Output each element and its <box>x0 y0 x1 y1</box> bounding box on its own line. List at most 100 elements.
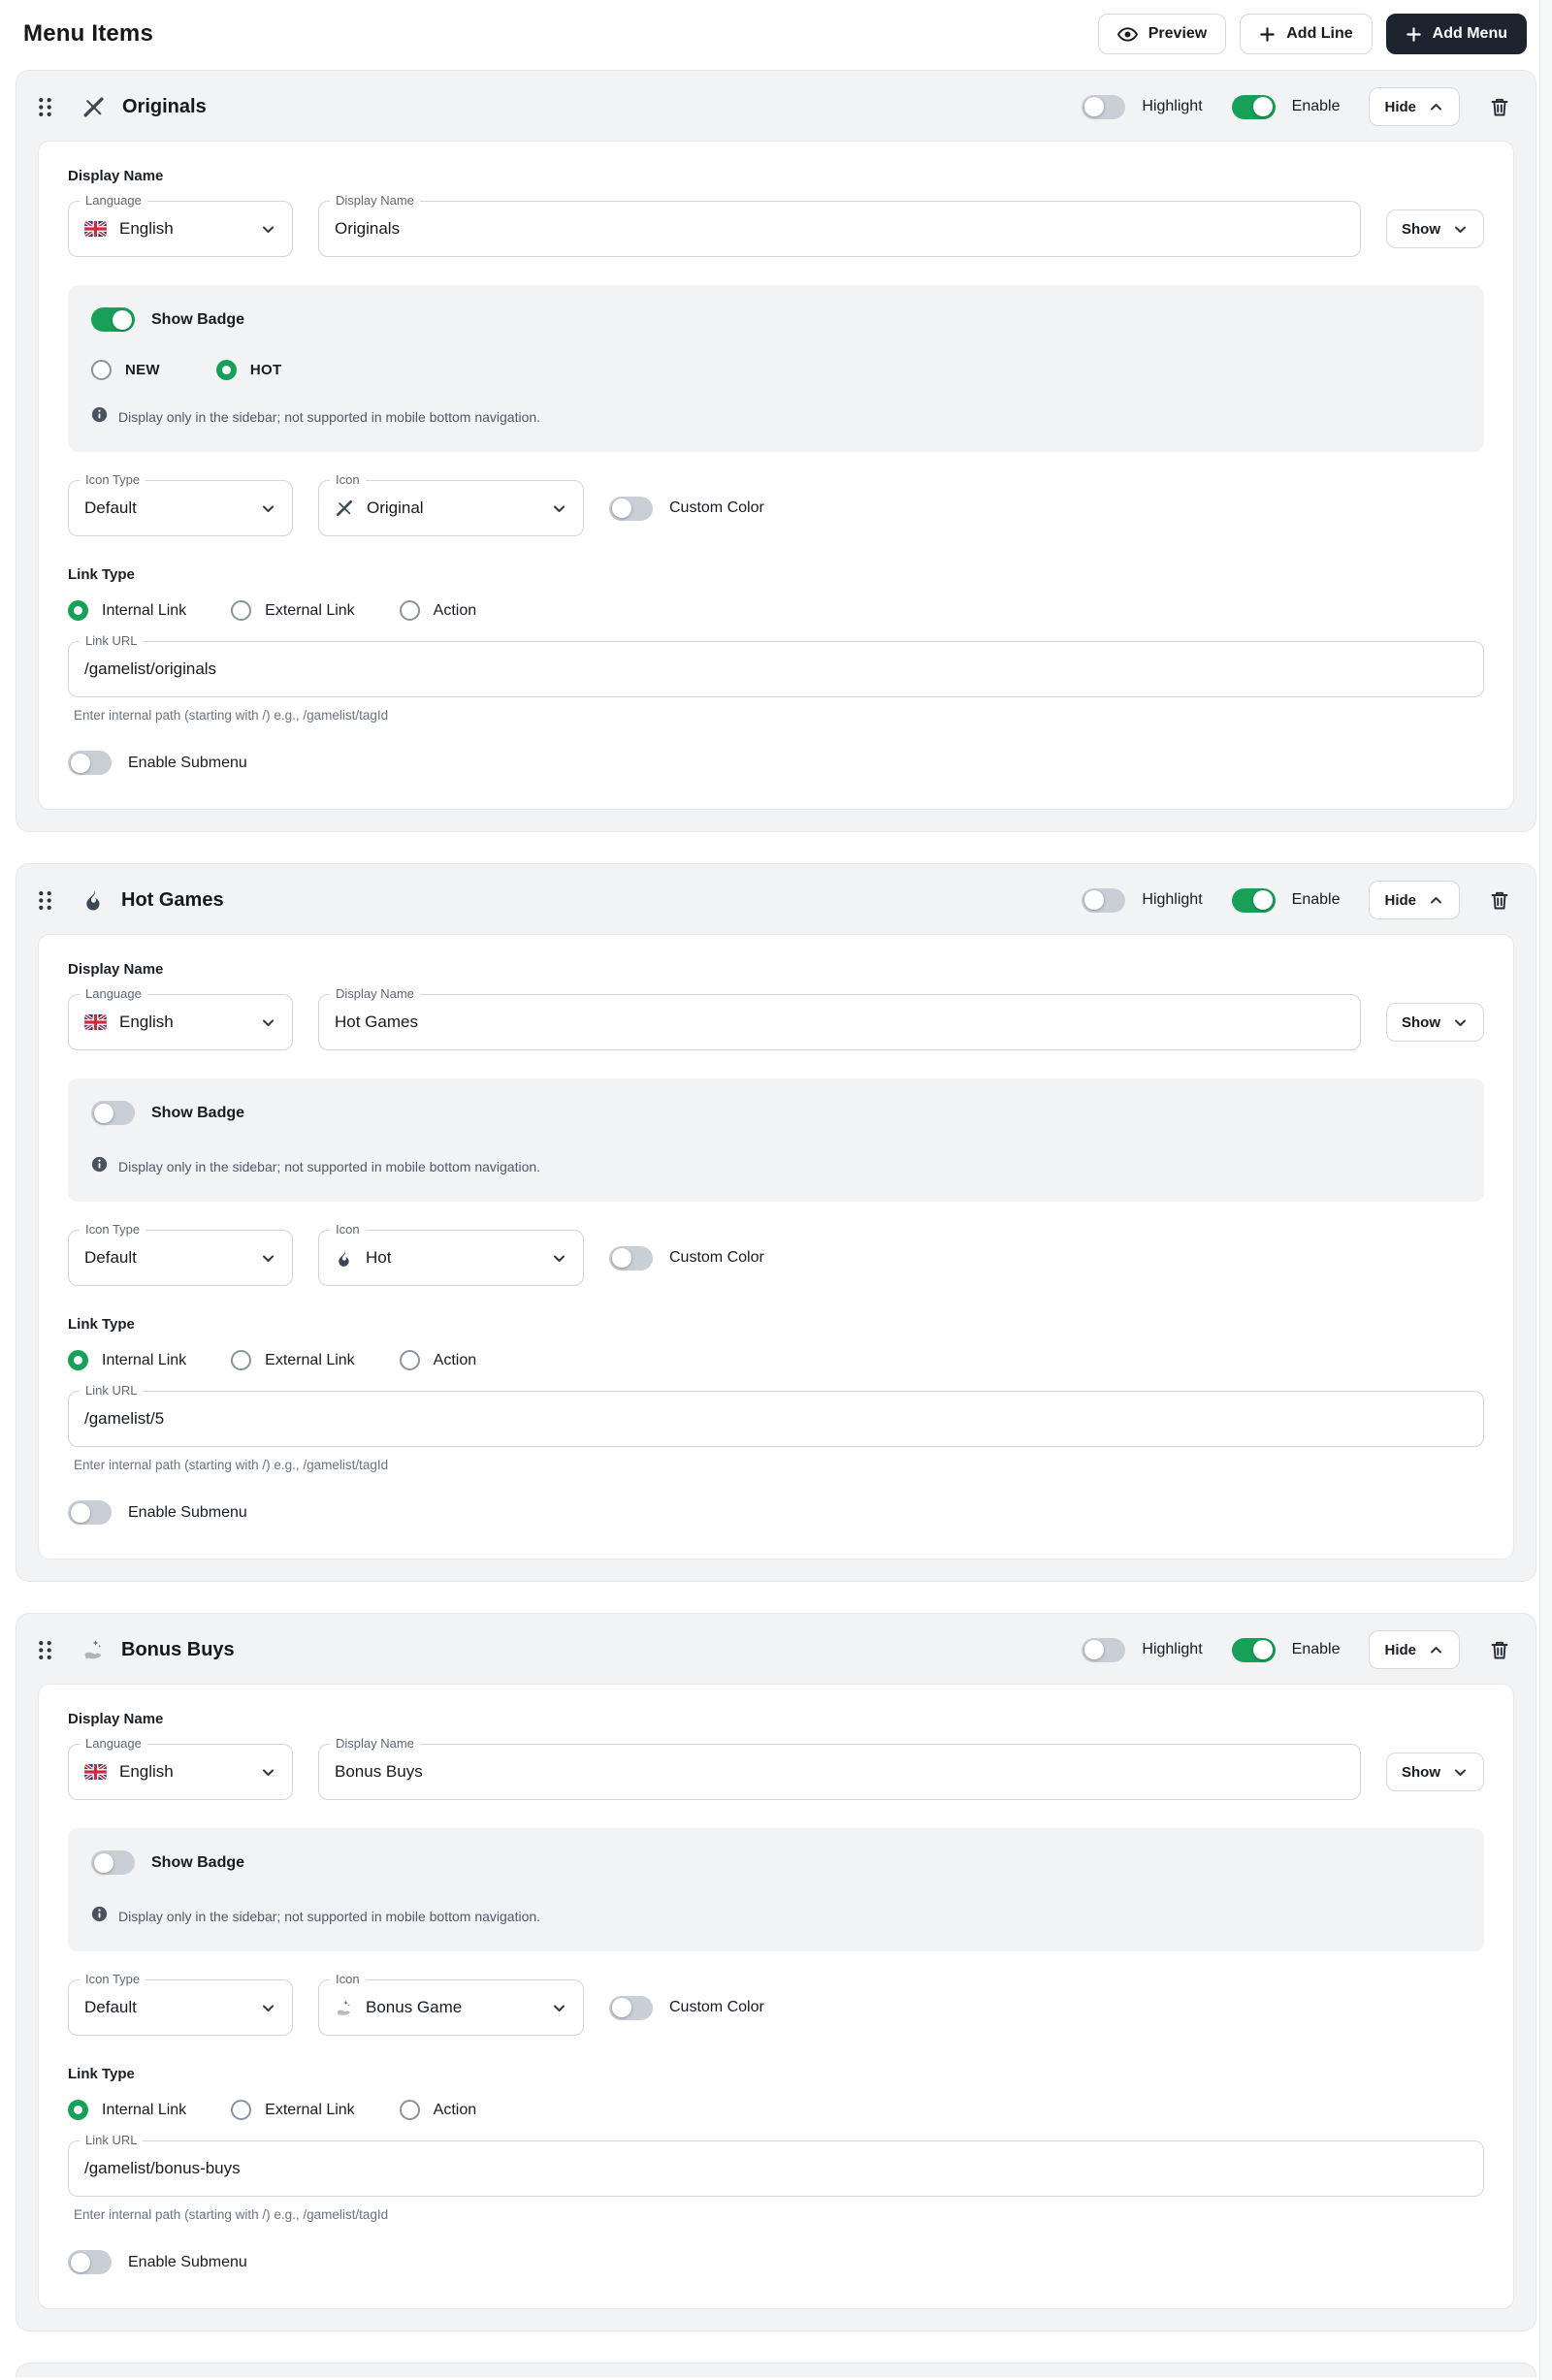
link-url-input[interactable] <box>84 1409 1468 1429</box>
language-select[interactable]: Language English <box>68 193 293 257</box>
chevron-down-icon <box>260 1250 276 1267</box>
icon-type-select[interactable]: Icon Type Default <box>68 1972 293 2036</box>
enable-toggle[interactable]: Enable <box>1231 887 1340 913</box>
trash-icon[interactable] <box>1489 96 1510 117</box>
icon-type-select[interactable]: Icon Type Default <box>68 1222 293 1286</box>
link-url-input[interactable] <box>84 2159 1468 2178</box>
radio-external-link[interactable]: External Link <box>231 600 355 621</box>
radio-internal-link[interactable]: Internal Link <box>68 1350 186 1370</box>
show-badge-toggle[interactable]: Show Badge <box>91 1850 244 1875</box>
icon-select[interactable]: Icon Hot <box>318 1222 584 1286</box>
page-scrollbar[interactable] <box>1539 0 1552 2380</box>
enable-submenu-toggle[interactable]: Enable Submenu <box>68 2250 247 2274</box>
icon-select[interactable]: Icon Original <box>318 472 584 536</box>
card-header: Originals Highlight Enable Hide <box>16 71 1536 141</box>
radio-internal-link[interactable]: Internal Link <box>68 600 186 621</box>
drag-handle-icon[interactable] <box>38 1640 52 1660</box>
add-line-button[interactable]: Add Line <box>1240 14 1373 54</box>
eye-icon <box>1116 24 1138 45</box>
page-title: Menu Items <box>23 20 154 47</box>
toggle-track <box>91 1101 135 1125</box>
topbar: Menu Items Preview Add Line Add Menu <box>16 12 1536 70</box>
drag-handle-icon[interactable] <box>38 890 52 911</box>
bonus-hand-icon <box>335 1999 353 2017</box>
toggle-track <box>609 1995 653 2020</box>
highlight-toggle[interactable]: Highlight <box>1082 94 1203 119</box>
bonus-hand-icon <box>81 1638 105 1661</box>
icon-type-value: Default <box>84 1248 137 1267</box>
radio-action[interactable]: Action <box>399 600 476 621</box>
icon-value: Bonus Game <box>366 1998 463 2016</box>
link-url-input[interactable] <box>84 659 1468 679</box>
show-badge-toggle[interactable]: Show Badge <box>91 1101 244 1125</box>
toggle-track <box>68 1500 112 1525</box>
chevron-up-icon <box>1428 1642 1444 1658</box>
icon-value: Hot <box>366 1248 392 1267</box>
toggle-track <box>1082 887 1126 913</box>
custom-color-toggle[interactable]: Custom Color <box>609 1995 764 2020</box>
radio-external-link[interactable]: External Link <box>231 1350 355 1370</box>
info-icon <box>91 406 108 428</box>
icon-select[interactable]: Icon Bonus Game <box>318 1972 584 2036</box>
toggle-track <box>68 2250 112 2274</box>
toggle-track <box>91 307 135 332</box>
preview-button[interactable]: Preview <box>1097 14 1227 54</box>
link-type-label: Link Type <box>68 1316 135 1333</box>
enable-submenu-toggle[interactable]: Enable Submenu <box>68 1500 247 1525</box>
add-menu-button[interactable]: Add Menu <box>1385 14 1527 54</box>
drag-handle-icon[interactable] <box>38 97 52 117</box>
show-button[interactable]: Show <box>1386 209 1484 248</box>
originals-cross-icon <box>335 499 354 518</box>
enable-toggle[interactable]: Enable <box>1231 94 1340 119</box>
card-title: Hot Games <box>121 888 224 911</box>
hide-button[interactable]: Hide <box>1369 881 1460 919</box>
highlight-toggle[interactable]: Highlight <box>1082 1637 1203 1662</box>
link-url-helper: Enter internal path (starting with /) e.… <box>74 2207 389 2222</box>
enable-submenu-toggle[interactable]: Enable Submenu <box>68 751 247 775</box>
menu-item-card-hot-games: Hot Games Highlight Enable Hide Display … <box>16 863 1536 1582</box>
radio-internal-link[interactable]: Internal Link <box>68 2100 186 2120</box>
display-name-input[interactable] <box>335 219 1344 239</box>
display-name-input[interactable] <box>335 1013 1344 1032</box>
chevron-down-icon <box>260 1764 276 1781</box>
custom-color-toggle[interactable]: Custom Color <box>609 496 764 521</box>
link-type-label: Link Type <box>68 2066 135 2082</box>
plus-icon <box>1406 26 1422 43</box>
info-icon <box>91 1156 108 1177</box>
language-select[interactable]: Language English <box>68 986 293 1050</box>
language-value: English <box>119 1013 174 1031</box>
display-name-input[interactable] <box>335 1762 1344 1782</box>
radio-action[interactable]: Action <box>399 1350 476 1370</box>
badge-radio-new[interactable]: NEW <box>91 360 160 380</box>
badge-info-text: Display only in the sidebar; not support… <box>118 1909 541 1924</box>
menu-items-page: Menu Items Preview Add Line Add Menu Ori… <box>0 0 1552 2377</box>
radio-external-link[interactable]: External Link <box>231 2100 355 2120</box>
custom-color-toggle[interactable]: Custom Color <box>609 1245 764 1270</box>
icon-type-select[interactable]: Icon Type Default <box>68 472 293 536</box>
show-badge-toggle[interactable]: Show Badge <box>91 307 244 332</box>
language-select[interactable]: Language English <box>68 1736 293 1800</box>
badge-panel: Show Badge Display only in the sidebar; … <box>68 1078 1484 1202</box>
badge-radio-hot[interactable]: HOT <box>215 360 282 380</box>
trash-icon[interactable] <box>1489 1639 1510 1660</box>
toggle-track <box>1231 887 1276 913</box>
chevron-down-icon <box>260 1014 276 1031</box>
enable-toggle[interactable]: Enable <box>1231 1637 1340 1662</box>
radio-action[interactable]: Action <box>399 2100 476 2120</box>
hide-button[interactable]: Hide <box>1369 1630 1460 1669</box>
menu-item-card-originals: Originals Highlight Enable Hide Display … <box>16 70 1536 832</box>
uk-flag-icon <box>84 1014 107 1030</box>
trash-icon[interactable] <box>1489 889 1510 911</box>
chevron-down-icon <box>1452 221 1469 238</box>
link-url-field: Link URL <box>68 633 1484 697</box>
highlight-toggle[interactable]: Highlight <box>1082 887 1203 913</box>
show-button[interactable]: Show <box>1386 1003 1484 1042</box>
link-url-field: Link URL <box>68 1383 1484 1447</box>
show-button[interactable]: Show <box>1386 1753 1484 1791</box>
display-name-section-label: Display Name <box>68 1711 164 1727</box>
hide-button[interactable]: Hide <box>1369 87 1460 126</box>
link-url-field: Link URL <box>68 2133 1484 2197</box>
icon-value: Original <box>367 499 424 517</box>
card-header: Hot Games Highlight Enable Hide <box>16 864 1536 934</box>
card-body: Display Name Language English Display Na… <box>38 934 1514 1560</box>
